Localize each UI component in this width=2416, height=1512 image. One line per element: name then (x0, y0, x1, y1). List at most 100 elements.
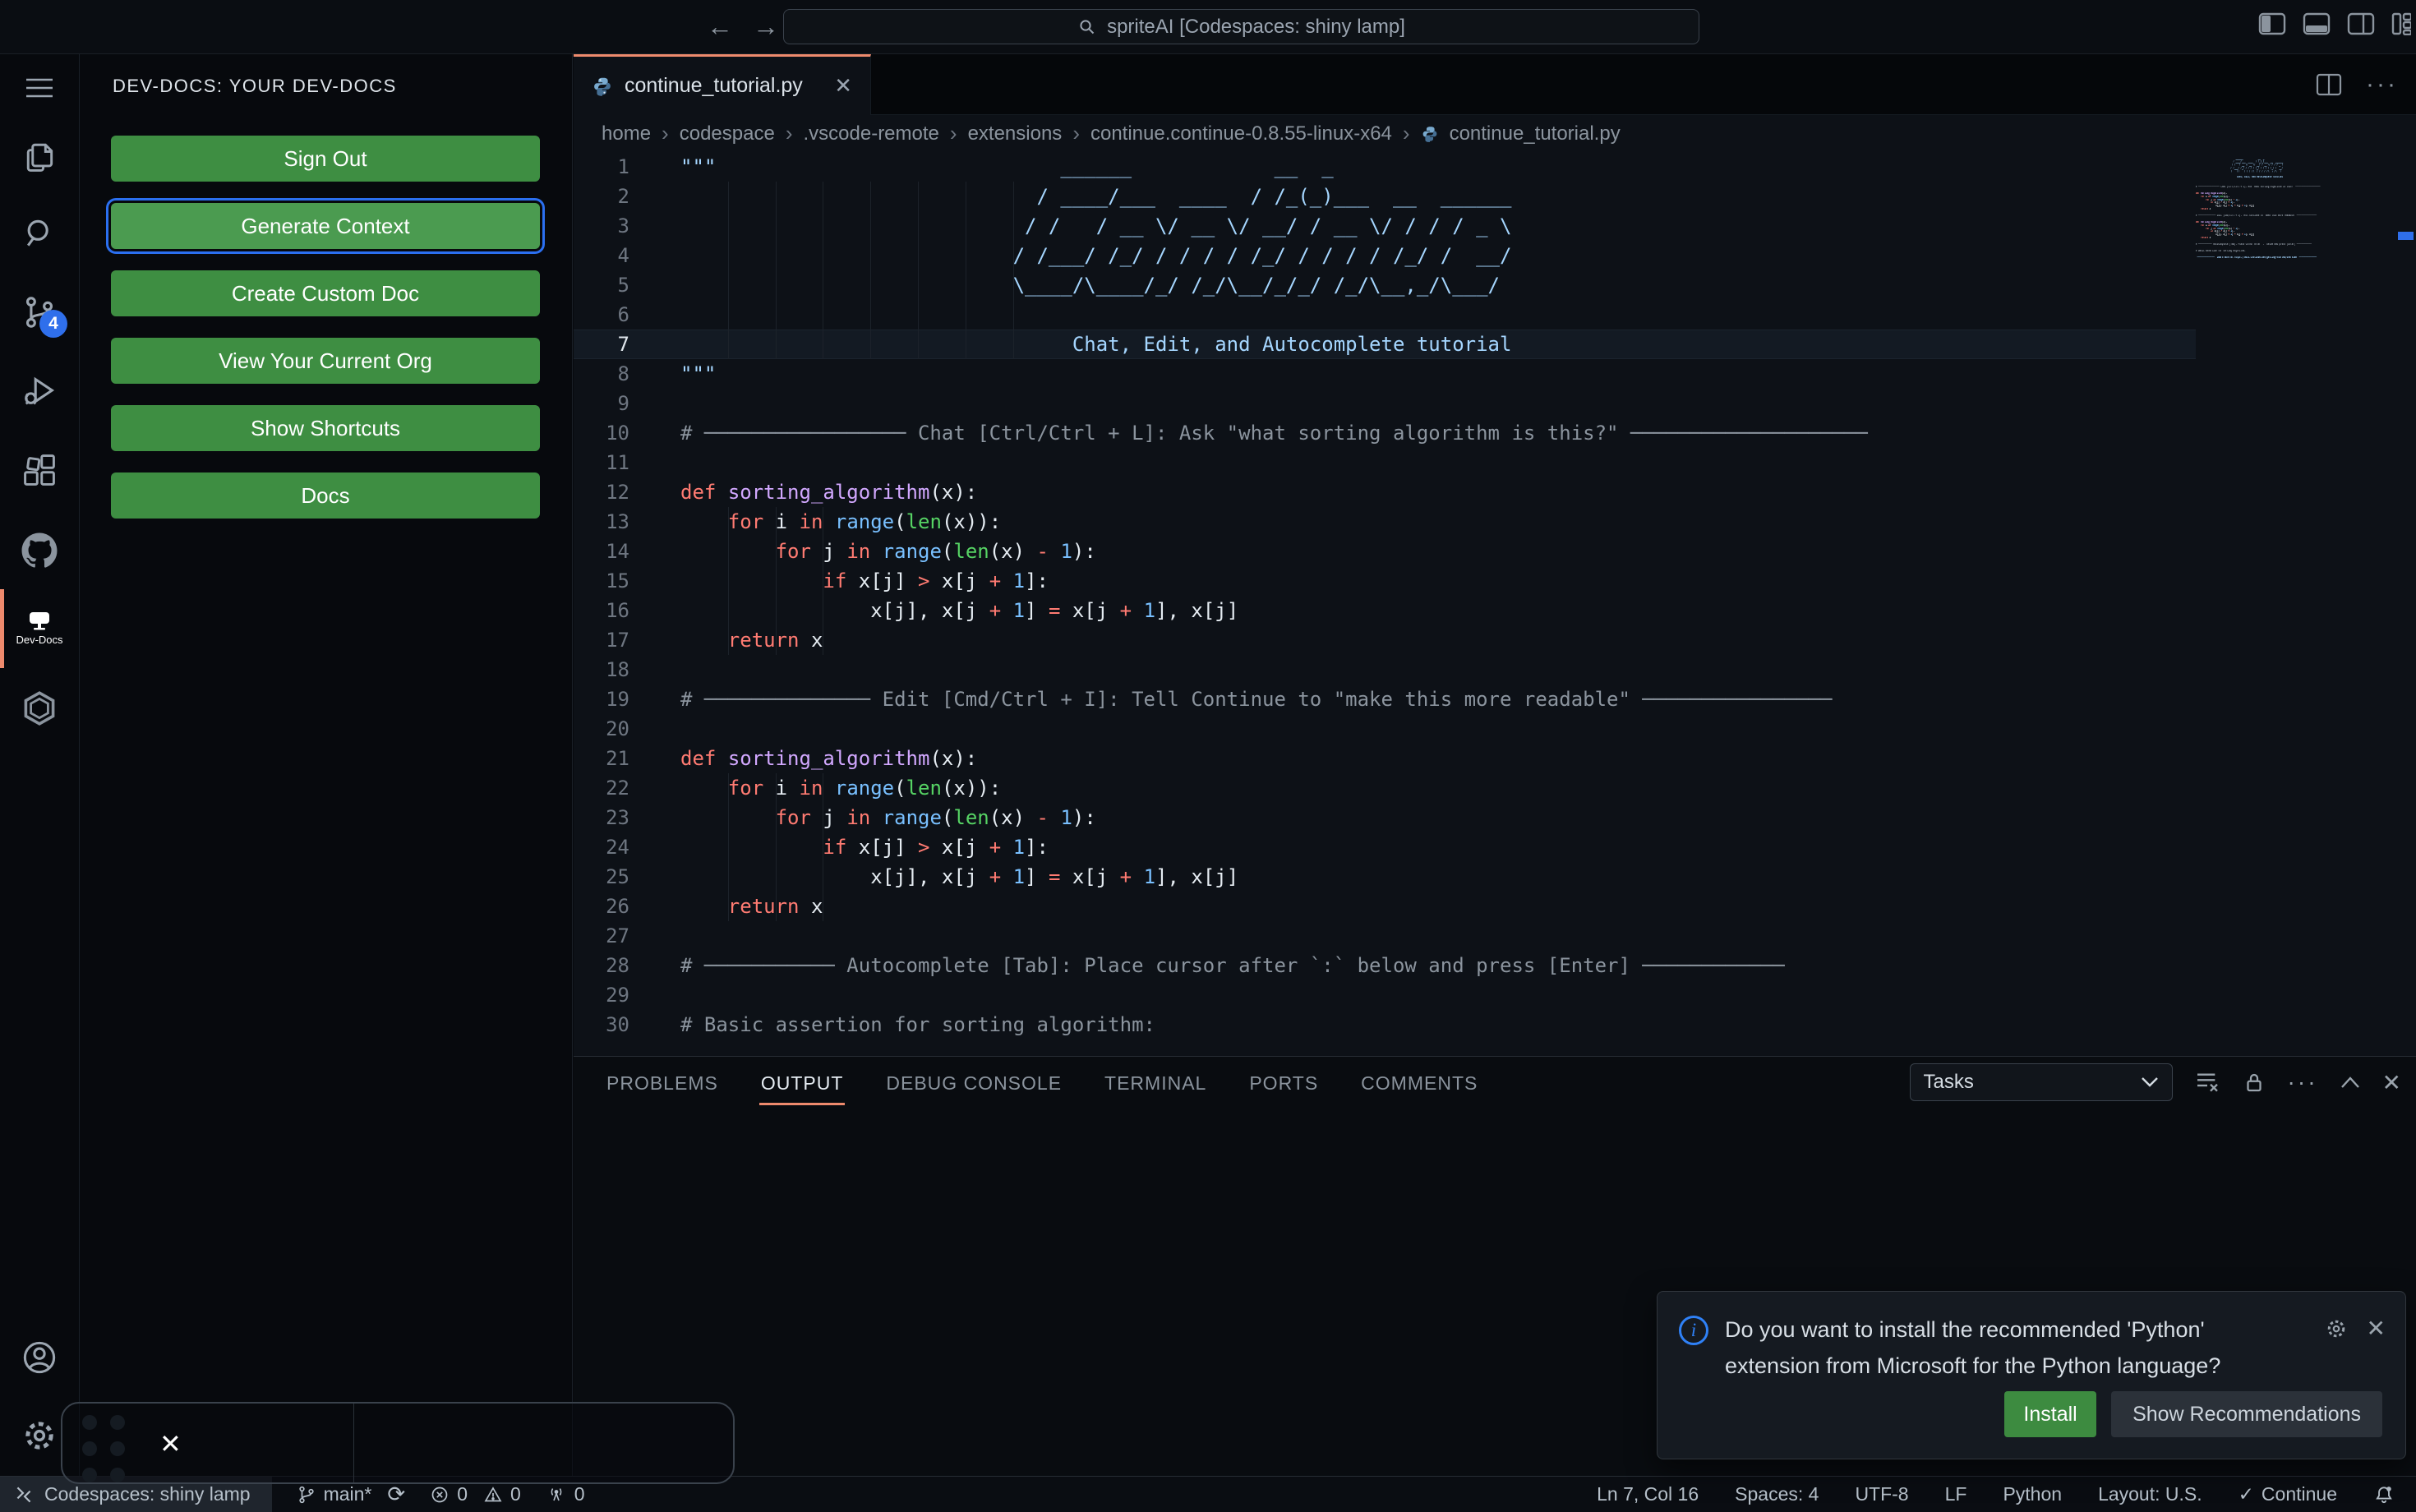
breadcrumb-home[interactable]: home (602, 122, 651, 145)
close-panel-icon[interactable]: ✕ (2382, 1069, 2401, 1096)
notifications-bell[interactable] (2373, 1484, 2395, 1505)
dev-docs-icon[interactable]: Dev-Docs (0, 593, 79, 664)
continue-status-item[interactable]: ✓ Continue (2238, 1483, 2337, 1505)
tab-close-icon[interactable]: ✕ (834, 73, 852, 99)
explorer-icon[interactable] (0, 121, 79, 191)
code-line[interactable]: 21 def sorting_algorithm(x): (574, 744, 2196, 773)
code-line[interactable]: 1 """ ______ __ _ (574, 152, 2196, 182)
notification-close-icon[interactable]: ✕ (2367, 1315, 2386, 1342)
encoding-item[interactable]: UTF-8 (1855, 1483, 1908, 1505)
code-line[interactable]: 3 / / / __ \/ __ \/ __/ / __ \/ / / / _ … (574, 211, 2196, 241)
editor-more-actions-icon[interactable]: ··· (2366, 71, 2398, 99)
minimap[interactable]: """ ______ __ _ / ____/___ ____ / /_(_)_… (2196, 152, 2396, 1056)
sidebar-title: DEV-DOCS: YOUR DEV-DOCS (113, 76, 397, 96)
problems-item[interactable]: 0 0 (430, 1483, 521, 1505)
source-control-icon[interactable]: 4 (0, 277, 79, 348)
lock-scroll-icon[interactable] (2242, 1069, 2266, 1095)
code-area: 1 """ ______ __ _ 2 / ____/___ ____ / /_(_… (574, 152, 2416, 1056)
extensions-icon[interactable] (0, 435, 79, 505)
indent-guide (918, 182, 919, 359)
code-line[interactable]: 30 # Basic assertion for sorting algorith… (574, 1010, 2196, 1040)
cursor-position-item[interactable]: Ln 7, Col 16 (1597, 1483, 1699, 1505)
panel-tab-terminal[interactable]: TERMINAL (1103, 1057, 1208, 1109)
code-line[interactable]: 6 (574, 300, 2196, 330)
toggle-secondary-sidebar-icon[interactable] (2347, 12, 2375, 35)
create-custom-doc-button[interactable]: Create Custom Doc (111, 270, 540, 316)
code-line[interactable]: 7 Chat, Edit, and Autocomplete tutorial (574, 330, 2196, 359)
breadcrumb-file[interactable]: continue_tutorial.py (1450, 122, 1621, 145)
code-line[interactable]: 15 if x[j] > x[j + 1]: (574, 566, 2196, 596)
overview-ruler[interactable] (2396, 152, 2416, 1056)
menu-hamburger-icon[interactable] (0, 53, 79, 123)
nav-forward-icon[interactable]: → (753, 10, 779, 43)
breadcrumb-vscode-remote[interactable]: .vscode-remote (803, 122, 938, 145)
code-line[interactable]: 13 for i in range(len(x)): (574, 507, 2196, 537)
show-shortcuts-button[interactable]: Show Shortcuts (111, 405, 540, 451)
code-line[interactable]: 24 if x[j] > x[j + 1]: (574, 832, 2196, 862)
code-line[interactable]: 14 for j in range(len(x) - 1): (574, 537, 2196, 566)
panel-tab-problems[interactable]: PROBLEMS (605, 1057, 720, 1109)
panel-tab-ports[interactable]: PORTS (1247, 1057, 1320, 1109)
overview-ruler-marker (2398, 232, 2414, 240)
notification-settings-gear-icon[interactable] (2324, 1316, 2349, 1341)
split-editor-icon[interactable] (2315, 72, 2343, 97)
tab-continue-tutorial[interactable]: continue_tutorial.py ✕ (574, 54, 871, 115)
tab-strip: continue_tutorial.py ✕ ··· (574, 54, 2416, 115)
code-line[interactable]: 23 for j in range(len(x) - 1): (574, 803, 2196, 832)
ports-item[interactable]: 0 (546, 1483, 585, 1505)
generate-context-button[interactable]: Generate Context (111, 203, 540, 249)
customize-layout-icon[interactable] (2391, 12, 2411, 35)
accounts-icon[interactable] (0, 1322, 79, 1393)
install-button[interactable]: Install (2004, 1391, 2097, 1437)
code-line[interactable]: 4 / /___/ /_/ / / / / /_/ / / / / /_/ / … (574, 241, 2196, 270)
panel-tab-comments[interactable]: COMMENTS (1359, 1057, 1479, 1109)
indentation-item[interactable]: Spaces: 4 (1735, 1483, 1819, 1505)
check-icon: ✓ (2238, 1483, 2254, 1505)
breadcrumb-extensions[interactable]: extensions (968, 122, 1063, 145)
breadcrumb-continue-folder[interactable]: continue.continue-0.8.55-linux-x64 (1090, 122, 1392, 145)
code-line[interactable]: 18 (574, 655, 2196, 685)
maximize-panel-icon[interactable] (2340, 1075, 2361, 1090)
code-line[interactable]: 11 (574, 448, 2196, 477)
panel-tab-debug-console[interactable]: DEBUG CONSOLE (884, 1057, 1063, 1109)
toggle-sidebar-icon[interactable] (2258, 12, 2286, 35)
language-mode-item[interactable]: Python (2003, 1483, 2062, 1505)
sign-out-button[interactable]: Sign Out (111, 136, 540, 182)
code-line[interactable]: 27 (574, 921, 2196, 951)
overlay-close-icon[interactable]: ✕ (159, 1428, 182, 1459)
output-channel-select[interactable]: Tasks (1909, 1063, 2173, 1101)
code-line[interactable]: 20 (574, 714, 2196, 744)
code-line[interactable]: 26 return x (574, 892, 2196, 921)
code-line[interactable]: 29 (574, 980, 2196, 1010)
code-line[interactable]: 9 (574, 389, 2196, 418)
code-line[interactable]: 8 """ (574, 359, 2196, 389)
panel-more-actions-icon[interactable]: ··· (2288, 1069, 2318, 1095)
code-line[interactable]: 2 / ____/___ ____ / /_(_)___ __ ______ (574, 182, 2196, 211)
view-current-org-button[interactable]: View Your Current Org (111, 338, 540, 384)
code-line[interactable]: 12 def sorting_algorithm(x): (574, 477, 2196, 507)
git-branch-item[interactable]: main* ⟳ (297, 1482, 405, 1507)
code-line[interactable]: 10 # ───────────────── Chat [Ctrl/Ctrl + … (574, 418, 2196, 448)
continue-extension-icon[interactable] (0, 673, 79, 744)
breadcrumb-codespace[interactable]: codespace (680, 122, 775, 145)
run-debug-icon[interactable] (0, 356, 79, 426)
code-line[interactable]: 19 # ────────────── Edit [Cmd/Ctrl + I]: … (574, 685, 2196, 714)
eol-item[interactable]: LF (1945, 1483, 1967, 1505)
code-line[interactable]: 28 # ─────────── Autocomplete [Tab]: Plac… (574, 951, 2196, 980)
code-line[interactable]: 17 return x (574, 625, 2196, 655)
toggle-panel-icon[interactable] (2303, 12, 2331, 35)
nav-back-icon[interactable]: ← (707, 10, 733, 43)
error-icon (431, 1487, 448, 1502)
command-center-search[interactable]: spriteAI [Codespaces: shiny lamp] (783, 9, 1699, 44)
clear-output-icon[interactable] (2194, 1069, 2220, 1095)
search-view-icon[interactable] (0, 198, 79, 269)
panel-tab-output[interactable]: OUTPUT (758, 1057, 846, 1109)
code-line[interactable]: 22 for i in range(len(x)): (574, 773, 2196, 803)
code-line[interactable]: 5 \____/\____/_/ /_/\__/_/_/ /_/\__,_/\_… (574, 270, 2196, 300)
docs-button[interactable]: Docs (111, 472, 540, 519)
code-line[interactable]: 25 x[j], x[j + 1] = x[j + 1], x[j] (574, 862, 2196, 892)
keyboard-layout-item[interactable]: Layout: U.S. (2098, 1483, 2202, 1505)
show-recommendations-button[interactable]: Show Recommendations (2111, 1391, 2382, 1437)
github-icon[interactable] (0, 515, 79, 586)
code-line[interactable]: 16 x[j], x[j + 1] = x[j + 1], x[j] (574, 596, 2196, 625)
